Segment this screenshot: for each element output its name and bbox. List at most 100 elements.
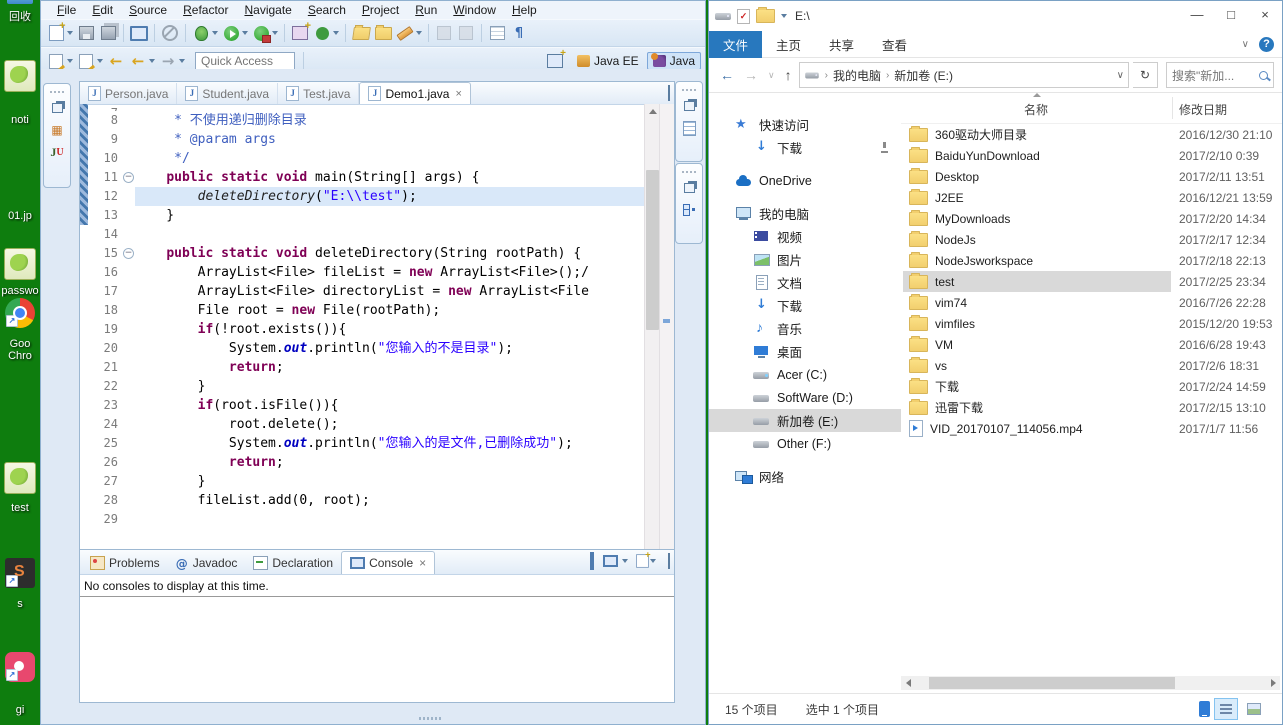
breadcrumb-drive-e[interactable]: 新加卷 (E:) — [894, 67, 953, 84]
menu-search[interactable]: Search — [300, 2, 354, 18]
save-button[interactable] — [76, 24, 96, 42]
sidebar-item-图片[interactable]: 图片 — [709, 248, 901, 271]
open-console-button[interactable] — [635, 553, 658, 569]
maximize-editor-button[interactable] — [668, 86, 670, 100]
ribbon-tab-查看[interactable]: 查看 — [868, 31, 921, 58]
console-tab-console[interactable]: Console× — [341, 551, 435, 574]
open-perspective-icon[interactable] — [547, 54, 563, 68]
thumbnail-view-button[interactable] — [1242, 698, 1266, 720]
horizontal-scroll-thumb[interactable] — [929, 677, 1175, 689]
dropdown-icon[interactable] — [212, 31, 218, 35]
desktop-icon-notepad-file-test[interactable]: test — [1, 462, 39, 514]
quick-access-input[interactable] — [195, 52, 295, 71]
dropdown-icon[interactable] — [67, 59, 73, 63]
maximize-console-button[interactable] — [668, 554, 670, 568]
console-tab-javadoc[interactable]: @Javadoc — [168, 552, 246, 574]
prev-annotation-button[interactable] — [46, 52, 66, 70]
file-row-vim74[interactable]: vim742016/7/26 22:28 — [901, 292, 1282, 313]
import-folder-button[interactable] — [373, 24, 393, 42]
table-button[interactable] — [487, 24, 507, 42]
close-tab-icon[interactable]: × — [419, 556, 426, 570]
breadcrumb-this-pc[interactable]: 我的电脑 — [833, 67, 881, 84]
forward-button[interactable]: → — [158, 52, 178, 70]
menu-file[interactable]: File — [49, 2, 84, 18]
sidebar-item-我的电脑[interactable]: 我的电脑 — [709, 202, 901, 225]
menu-run[interactable]: Run — [407, 2, 445, 18]
ribbon-expand-icon[interactable]: ∨ — [1242, 39, 1249, 50]
file-row-vs[interactable]: vs2017/2/6 18:31 — [901, 355, 1282, 376]
scroll-up-arrow[interactable] — [645, 104, 660, 119]
menu-navigate[interactable]: Navigate — [236, 2, 299, 18]
menu-edit[interactable]: Edit — [84, 2, 121, 18]
menu-refactor[interactable]: Refactor — [175, 2, 236, 18]
monitor-button[interactable] — [129, 24, 149, 42]
sidebar-item-下载[interactable]: 下载 — [709, 294, 901, 317]
perspective-java-ee[interactable]: Java EE — [572, 53, 644, 69]
forward-button[interactable]: → — [741, 67, 761, 83]
dropdown-icon[interactable] — [149, 59, 155, 63]
column-header-date[interactable]: 修改日期 — [1179, 101, 1227, 118]
dropdown-icon[interactable] — [333, 31, 339, 35]
desktop-icon-recycle-bin[interactable]: 回收 — [1, 0, 39, 24]
recent-locations-icon[interactable]: ∨ — [765, 70, 778, 81]
dropdown-icon[interactable] — [97, 59, 103, 63]
file-row-VID_20170107_114056.mp4[interactable]: VID_20170107_114056.mp42017/1/7 11:56 — [901, 418, 1282, 439]
file-row-J2EE[interactable]: J2EE2016/12/21 13:59 — [901, 187, 1282, 208]
fold-marker-icon[interactable] — [121, 244, 135, 263]
restore-views-button[interactable] — [680, 98, 698, 114]
editor-tab-demo1-java[interactable]: JDemo1.java× — [359, 82, 470, 104]
file-row-vimfiles[interactable]: vimfiles2015/12/20 19:53 — [901, 313, 1282, 334]
send-to-phone-icon[interactable] — [1199, 701, 1210, 717]
refresh-button[interactable]: ↻ — [1133, 62, 1158, 88]
dropdown-icon[interactable] — [416, 31, 422, 35]
dropdown-icon[interactable] — [179, 59, 185, 63]
sidebar-item-视频[interactable]: 视频 — [709, 225, 901, 248]
dropdown-icon[interactable] — [272, 31, 278, 35]
close-button[interactable]: × — [1248, 1, 1282, 27]
sidebar-item-SoftWare (D:)[interactable]: SoftWare (D:) — [709, 386, 901, 409]
sidebar-item-OneDrive[interactable]: OneDrive — [709, 169, 901, 192]
menu-source[interactable]: Source — [121, 2, 175, 18]
next-annotation-button[interactable] — [76, 52, 96, 70]
file-row-MyDownloads[interactable]: MyDownloads2017/2/20 14:34 — [901, 208, 1282, 229]
last-edit-location-button[interactable]: ← — [106, 52, 126, 70]
editor-tab-student-java[interactable]: JStudent.java — [177, 83, 278, 104]
menu-window[interactable]: Window — [445, 2, 504, 18]
sidebar-item-下载[interactable]: 下载 — [709, 136, 901, 159]
ribbon-tab-文件[interactable]: 文件 — [709, 31, 762, 58]
sidebar-item-快速访问[interactable]: 快速访问 — [709, 113, 901, 136]
up-button[interactable]: ↑ — [782, 67, 795, 83]
prev-gray-button[interactable] — [434, 24, 454, 42]
sidebar-item-桌面[interactable]: 桌面 — [709, 340, 901, 363]
details-view-button[interactable] — [1214, 698, 1238, 720]
sidebar-item-Acer (C:)[interactable]: Acer (C:) — [709, 363, 901, 386]
whitespace-button[interactable]: ¶ — [509, 24, 529, 42]
console-tab-problems[interactable]: Problems — [82, 552, 168, 574]
display-console-button[interactable] — [603, 555, 630, 567]
breadcrumb[interactable]: › 我的电脑 › 新加卷 (E:) ∨ — [799, 62, 1129, 88]
menu-help[interactable]: Help — [504, 2, 545, 18]
save-all-button[interactable] — [98, 24, 118, 42]
sidebar-item-新加卷 (E:)[interactable]: 新加卷 (E:) — [709, 409, 901, 432]
overview-ruler[interactable] — [659, 104, 674, 593]
pin-console-button[interactable] — [590, 554, 598, 568]
mark-occurrences-button[interactable] — [395, 24, 415, 42]
editor-tab-test-java[interactable]: JTest.java — [278, 83, 359, 104]
new-java-project-button[interactable] — [290, 24, 310, 42]
menu-project[interactable]: Project — [354, 2, 407, 18]
qat-dropdown-icon[interactable] — [781, 14, 787, 18]
scroll-left-arrow[interactable] — [901, 679, 915, 687]
brush-gray-button[interactable] — [456, 24, 476, 42]
desktop-icon-sublime-text[interactable]: ↗s — [1, 558, 39, 610]
vertical-scroll-thumb[interactable] — [646, 170, 659, 330]
run-button[interactable] — [221, 24, 241, 42]
dropdown-icon[interactable] — [242, 31, 248, 35]
sidebar-item-文档[interactable]: 文档 — [709, 271, 901, 294]
column-header-name[interactable]: 名称 — [901, 101, 1171, 118]
desktop-icon-notepad-file-noti[interactable]: noti — [1, 60, 39, 126]
restore-views-button[interactable] — [48, 100, 66, 116]
fold-marker-icon[interactable] — [121, 168, 135, 187]
package-explorer-button[interactable]: ▦ — [48, 122, 66, 138]
checkmark-file-icon[interactable]: ✓ — [737, 9, 750, 24]
address-dropdown-icon[interactable]: ∨ — [1117, 70, 1124, 81]
